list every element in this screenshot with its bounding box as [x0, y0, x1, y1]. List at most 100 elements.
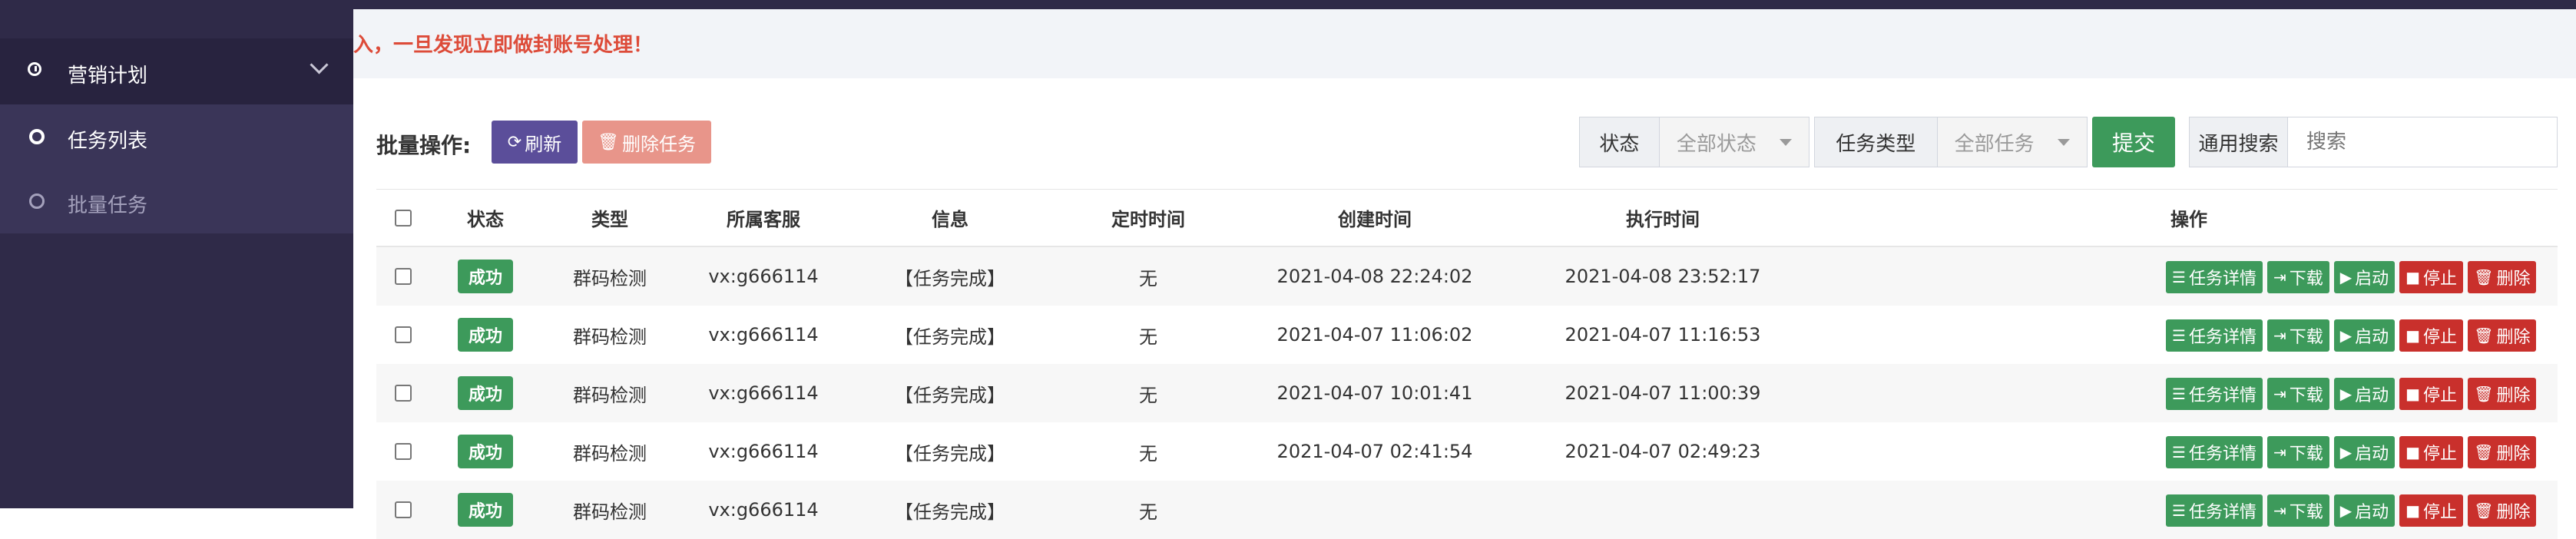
row-checkbox[interactable]	[395, 326, 412, 343]
circle-icon	[29, 129, 45, 144]
refresh-button[interactable]: ⟳ 刷新	[492, 121, 578, 164]
trash-icon: 🗑	[598, 132, 619, 152]
submit-button[interactable]: 提交	[2092, 117, 2175, 167]
download-button[interactable]: ⇥ 下载	[2266, 319, 2329, 352]
task-detail-button[interactable]: ☰ 任务详情	[2166, 436, 2263, 468]
task-type: 群码检测	[573, 267, 647, 289]
row-actions: ☰ 任务详情 ⇥ 下载 ▶ 启动 ■ 停止 🗑 删除	[2166, 261, 2537, 293]
trash-icon: 🗑	[2474, 268, 2494, 286]
exec-time	[1505, 481, 1820, 539]
task-detail-button[interactable]: ☰ 任务详情	[2166, 261, 2263, 293]
delete-button[interactable]: 🗑 删除	[2468, 378, 2537, 410]
batch-label: 批量操作:	[376, 133, 472, 158]
play-icon: ▶	[2339, 326, 2353, 345]
status-select[interactable]: 全部状态	[1659, 117, 1809, 167]
start-label: 启动	[2355, 503, 2389, 522]
sidebar-group-marketing-plan[interactable]: 营销计划	[0, 38, 353, 104]
trash-icon: 🗑	[2474, 501, 2494, 520]
created-time: 2021-04-08 22:24:02	[1276, 266, 1473, 287]
start-label: 启动	[2355, 386, 2389, 405]
start-label: 启动	[2355, 445, 2389, 464]
stop-icon: ■	[2405, 501, 2421, 520]
stop-label: 停止	[2423, 386, 2458, 405]
sidebar: 营销计划 任务列表 批量任务	[0, 0, 353, 508]
caret-down-icon	[1780, 139, 1792, 146]
task-detail-button[interactable]: ☰ 任务详情	[2166, 494, 2263, 527]
timer-time: 无	[1139, 384, 1157, 406]
stop-button[interactable]: ■ 停止	[2399, 494, 2464, 527]
start-button[interactable]: ▶ 启动	[2333, 319, 2396, 352]
notice-bar: 入，一旦发现立即做封账号处理！	[353, 9, 2576, 78]
customer-service: vx:g666114	[708, 382, 819, 404]
toolbar: 批量操作: ⟳ 刷新 🗑 删除任务 状态 全部状态 任务类型 全部任务 提交 通…	[353, 115, 2576, 169]
delete-button[interactable]: 🗑 删除	[2468, 436, 2537, 468]
task-detail-button[interactable]: ☰ 任务详情	[2166, 378, 2263, 410]
download-button[interactable]: ⇥ 下载	[2266, 436, 2329, 468]
delete-label: 删除	[2496, 445, 2531, 464]
task-info: 【任务完成】	[895, 326, 1005, 348]
download-label: 下载	[2289, 445, 2323, 464]
list-icon: ☰	[2172, 326, 2186, 345]
table-row: 成功 群码检测 vx:g666114 【任务完成】 无 2021-04-07 1…	[376, 364, 2558, 422]
search-group: 通用搜索	[2189, 117, 2558, 167]
delete-task-button[interactable]: 🗑 删除任务	[582, 121, 711, 164]
play-icon: ▶	[2339, 268, 2353, 286]
task-detail-button[interactable]: ☰ 任务详情	[2166, 319, 2263, 352]
notice-text: 入，一旦发现立即做封账号处理！	[353, 34, 654, 57]
sidebar-item-batch-task[interactable]: 批量任务	[0, 169, 353, 233]
row-actions: ☰ 任务详情 ⇥ 下载 ▶ 启动 ■ 停止 🗑 删除	[2166, 436, 2537, 468]
row-checkbox[interactable]	[395, 443, 412, 460]
download-button[interactable]: ⇥ 下载	[2266, 494, 2329, 527]
sidebar-item-task-list[interactable]: 任务列表	[0, 104, 353, 169]
column-header-ops: 操作	[2170, 209, 2207, 230]
task-type-addon: 任务类型	[1815, 117, 1938, 167]
sidebar-item-label: 任务列表	[68, 130, 148, 153]
start-button[interactable]: ▶ 启动	[2333, 494, 2396, 527]
delete-button[interactable]: 🗑 删除	[2468, 319, 2537, 352]
select-all-checkbox[interactable]	[395, 209, 412, 227]
column-header-customer-service: 所属客服	[727, 209, 800, 230]
stop-label: 停止	[2423, 503, 2458, 522]
download-label: 下载	[2289, 386, 2323, 405]
task-type: 群码检测	[573, 326, 647, 348]
download-icon: ⇥	[2273, 443, 2286, 461]
stop-icon: ■	[2405, 443, 2421, 461]
timer-time: 无	[1139, 442, 1157, 465]
header-strip	[353, 0, 2576, 9]
row-checkbox[interactable]	[395, 501, 412, 518]
column-header-exec: 执行时间	[1626, 209, 1700, 230]
search-addon: 通用搜索	[2190, 117, 2288, 167]
search-input[interactable]	[2288, 117, 2557, 167]
stop-icon: ■	[2405, 326, 2421, 345]
stop-icon: ■	[2405, 385, 2421, 403]
table-row: 成功 群码检测 vx:g666114 【任务完成】 无 ☰ 任务详情 ⇥ 下载 ▶ 启…	[376, 481, 2558, 539]
start-button[interactable]: ▶ 启动	[2333, 436, 2396, 468]
column-header-timer: 定时时间	[1111, 209, 1185, 230]
status-filter: 状态 全部状态	[1579, 117, 1809, 167]
stop-icon: ■	[2405, 268, 2421, 286]
exec-time: 2021-04-07 11:00:39	[1564, 382, 1761, 404]
stop-button[interactable]: ■ 停止	[2399, 378, 2464, 410]
download-button[interactable]: ⇥ 下载	[2266, 261, 2329, 293]
delete-button[interactable]: 🗑 删除	[2468, 494, 2537, 527]
delete-task-label: 删除任务	[621, 133, 696, 155]
task-type-filter: 任务类型 全部任务	[1814, 117, 2088, 167]
stop-button[interactable]: ■ 停止	[2399, 436, 2464, 468]
delete-button[interactable]: 🗑 删除	[2468, 261, 2537, 293]
customer-service: vx:g666114	[708, 324, 819, 346]
trash-icon: 🗑	[2474, 385, 2494, 403]
stop-button[interactable]: ■ 停止	[2399, 319, 2464, 352]
delete-label: 删除	[2496, 503, 2531, 522]
column-header-info: 信息	[932, 209, 968, 230]
download-button[interactable]: ⇥ 下载	[2266, 378, 2329, 410]
task-type-select[interactable]: 全部任务	[1937, 117, 2087, 167]
created-time	[1244, 481, 1505, 539]
caret-down-icon	[2058, 139, 2070, 146]
stop-button[interactable]: ■ 停止	[2399, 261, 2464, 293]
row-checkbox[interactable]	[395, 268, 412, 285]
start-button[interactable]: ▶ 启动	[2333, 261, 2396, 293]
created-time: 2021-04-07 02:41:54	[1276, 441, 1473, 462]
row-checkbox[interactable]	[395, 385, 412, 402]
start-button[interactable]: ▶ 启动	[2333, 378, 2396, 410]
task-detail-label: 任务详情	[2188, 270, 2256, 289]
